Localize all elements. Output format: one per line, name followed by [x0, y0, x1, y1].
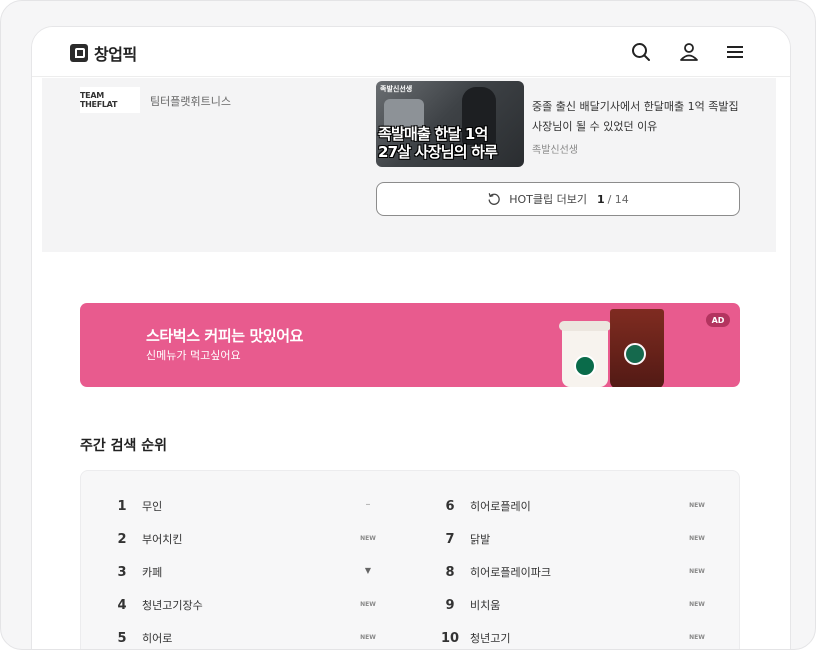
iced-coffee-cup-image	[610, 309, 664, 387]
total-pages: / 14	[607, 192, 629, 206]
ranking-item[interactable]: 3 카페	[102, 562, 162, 582]
ad-subtitle: 신메뉴가 먹고싶어요	[146, 349, 241, 362]
rank-keyword: 카페	[142, 566, 163, 579]
rank-keyword: 청년고기장수	[142, 599, 203, 612]
rank-status: NEW	[689, 535, 705, 542]
rank-status: NEW	[689, 502, 705, 509]
hot-clip-more-button[interactable]: HOT클립 더보기 1 / 14	[376, 182, 740, 216]
clip-author: 족발신선생	[532, 145, 578, 156]
rank-status: NEW	[360, 601, 376, 608]
browser-frame: 창업픽 TEAM THEFLAT 팀터플랫휘트니스 족발신선생 족발매출 한달 …	[0, 0, 816, 650]
ranking-item[interactable]: 1 무인	[102, 496, 162, 516]
rank-status: NEW	[360, 535, 376, 542]
thumbnail-caption-line2: 27살 사장님의 하루	[378, 143, 498, 161]
ranking-item[interactable]: 4 청년고기장수	[102, 595, 203, 615]
starbucks-logo-icon	[574, 355, 596, 377]
ranking-item[interactable]: 6 히어로플레이	[430, 496, 531, 516]
rank-number: 10	[440, 630, 460, 646]
user-icon[interactable]	[678, 41, 700, 63]
ranking-heading: 주간 검색 순위	[80, 438, 168, 454]
ranking-item[interactable]: 9 비치움	[430, 595, 500, 615]
ad-badge: AD	[706, 313, 730, 327]
rank-number: 5	[117, 630, 127, 646]
more-button-label: HOT클립 더보기	[509, 193, 587, 206]
thumbnail-caption: 족발매출 한달 1억 27살 사장님의 하루	[378, 125, 498, 161]
ranking-item[interactable]: 7 닭발	[430, 529, 490, 549]
rank-keyword: 부어치킨	[142, 533, 183, 546]
rank-number: 4	[117, 597, 127, 613]
rank-number: 3	[117, 564, 127, 580]
rank-number: 6	[445, 498, 455, 514]
search-icon[interactable]	[630, 41, 652, 63]
ranking-item[interactable]: 2 부어치킨	[102, 529, 182, 549]
top-header: 창업픽	[32, 27, 790, 77]
hot-coffee-cup-image	[559, 321, 611, 387]
ranking-item[interactable]: 5 히어로	[102, 628, 172, 648]
rank-keyword: 히어로플레이	[470, 500, 531, 513]
rank-number: 7	[445, 531, 455, 547]
rank-number: 1	[117, 498, 127, 514]
starbucks-logo-icon	[624, 343, 646, 365]
brand-name[interactable]: 팀터플랫휘트니스	[150, 93, 231, 109]
rank-status: NEW	[689, 601, 705, 608]
site-logo[interactable]: 창업픽	[70, 41, 137, 65]
brand-logo-text: TEAM THEFLAT	[80, 91, 118, 109]
menu-icon[interactable]	[724, 41, 746, 63]
clip-title[interactable]: 중졸 출신 배달기사에서 한달매출 1억 족발집 사장님이 될 수 있었던 이유	[532, 97, 742, 137]
logo-mark-icon	[70, 44, 88, 62]
rank-number: 2	[117, 531, 127, 547]
rank-status: NEW	[689, 634, 705, 641]
rank-keyword: 무인	[142, 500, 163, 513]
rank-keyword: 청년고기	[470, 632, 511, 645]
rank-number: 8	[445, 564, 455, 580]
clip-thumbnail[interactable]: 족발신선생 족발매출 한달 1억 27살 사장님의 하루	[376, 81, 524, 167]
rank-status: NEW	[360, 634, 376, 641]
rank-keyword: 닭발	[470, 533, 491, 546]
thumbnail-caption-line1: 족발매출 한달 1억	[378, 125, 488, 143]
ranking-list	[80, 470, 740, 649]
refresh-icon	[488, 193, 500, 205]
ad-banner[interactable]: 스타벅스 커피는 맛있어요 신메뉴가 먹고싶어요 AD	[80, 303, 740, 387]
thumbnail-tag: 족발신선생	[380, 85, 413, 93]
logo-text: 창업픽	[94, 45, 137, 64]
rank-keyword: 히어로	[142, 632, 173, 645]
ranking-item[interactable]: 8 히어로플레이파크	[430, 562, 551, 582]
app-viewport: 창업픽 TEAM THEFLAT 팀터플랫휘트니스 족발신선생 족발매출 한달 …	[31, 26, 791, 649]
rank-keyword: 히어로플레이파크	[470, 566, 551, 579]
rank-status: –	[365, 499, 371, 510]
current-page: 1	[596, 192, 605, 206]
ad-title: 스타벅스 커피는 맛있어요	[146, 327, 304, 345]
ranking-item[interactable]: 10 청년고기	[430, 628, 511, 648]
rank-status: NEW	[689, 568, 705, 575]
rank-number: 9	[445, 597, 455, 613]
rank-keyword: 비치움	[470, 599, 501, 612]
brand-logo[interactable]: TEAM THEFLAT	[80, 87, 140, 113]
rank-status-down-icon: ▼	[364, 566, 372, 575]
